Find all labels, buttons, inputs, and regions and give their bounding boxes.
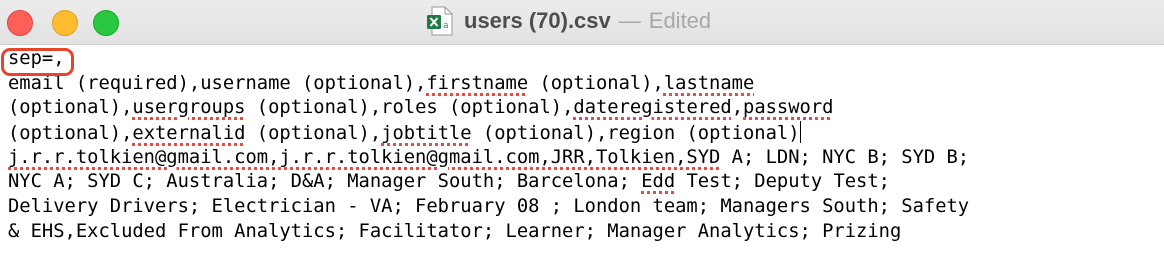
misspelled-word: lastname	[663, 72, 755, 94]
document-edited-status: Edited	[648, 8, 712, 33]
text-segment: (optional),	[528, 72, 664, 94]
document-file-name: users (70).csv	[464, 8, 611, 33]
text-cursor	[799, 121, 801, 144]
text-line: j.r.r.tolkien@gmail.com,j.r.r.tolkien@gm…	[8, 146, 1158, 171]
title-separator: —	[618, 8, 641, 33]
separator-directive-line: sep=,	[8, 47, 1158, 72]
text-segment: email (required),username (optional),	[8, 72, 427, 94]
text-line: email (required),username (optional),fir…	[8, 72, 1158, 97]
window-title: a users (70).csv — Edited	[426, 6, 711, 36]
text-segment: Delivery Drivers; Electrician - VA; Febr…	[8, 196, 970, 218]
file-icon-letter: a	[443, 21, 449, 31]
text-segment: NYC A; SYD C; Australia; D&A; Manager So…	[8, 171, 642, 193]
misspelled-word: jobtitle	[381, 123, 472, 145]
text-segment: (optional),	[245, 123, 382, 145]
text-segment: (optional),	[8, 97, 133, 119]
misspelled-word: j.r.r.tolkien@gmail.com,j.r.r.tolkien@gm…	[8, 146, 721, 168]
maximize-window-button[interactable]	[93, 10, 119, 36]
text-segment: A; LDN; NYC B; SYD B;	[720, 146, 970, 168]
text-segment: (optional),	[8, 123, 133, 145]
close-window-button[interactable]	[7, 10, 33, 36]
title-bar: a users (70).csv — Edited	[0, 0, 1164, 45]
text-editor-area[interactable]: sep=, email (required),username (optional…	[1, 47, 1158, 262]
text-segment: ,	[731, 97, 744, 119]
misspelled-word: password	[743, 97, 834, 119]
text-line: NYC A; SYD C; Australia; D&A; Manager So…	[8, 170, 1158, 195]
text-line: (optional),externalid (optional),jobtitl…	[8, 121, 1158, 146]
text-line: & EHS,Excluded From Analytics; Facilitat…	[8, 220, 1158, 245]
misspelled-word: Edd	[641, 171, 676, 193]
excel-csv-file-icon: a	[427, 6, 453, 36]
text-line: Delivery Drivers; Electrician - VA; Febr…	[8, 195, 1158, 220]
text-segment: Test; Deputy Test;	[675, 171, 890, 193]
text-segment: (optional),region (optional)	[471, 123, 800, 145]
misspelled-word: externalid	[132, 123, 246, 145]
minimize-window-button[interactable]	[52, 10, 78, 36]
text-segment: & EHS,Excluded From Analytics; Facilitat…	[8, 220, 902, 242]
annotation-highlight-box	[1, 48, 74, 76]
misspelled-word: firstname	[426, 72, 529, 94]
text-line: (optional),usergroups (optional),roles (…	[8, 96, 1158, 121]
misspelled-word: usergroups	[132, 97, 246, 119]
misspelled-word: dateregistered	[573, 97, 732, 119]
text-segment: (optional),roles (optional),	[245, 97, 574, 119]
text-edit-window: a users (70).csv — Edited sep=, email (re…	[0, 0, 1164, 262]
